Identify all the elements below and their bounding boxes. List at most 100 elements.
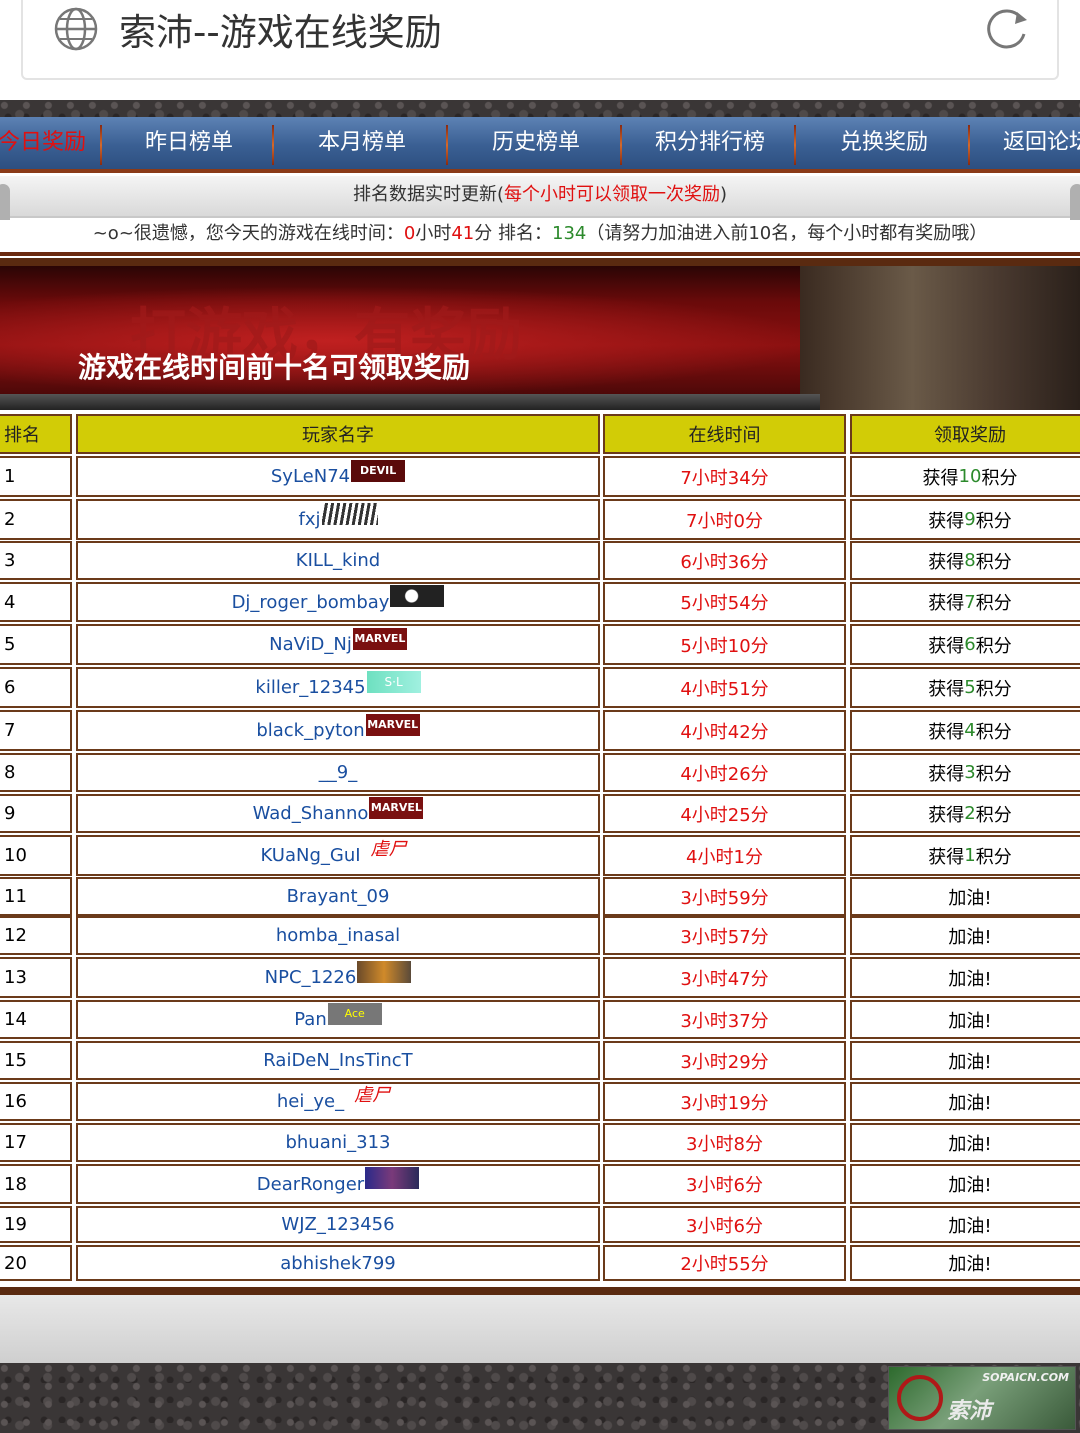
player-name-link[interactable]: abhishek799 <box>280 1253 396 1274</box>
online-time-cell: 3小时57分 <box>603 916 846 955</box>
reward-unit: 积分 <box>975 763 1012 785</box>
reward-points: 3 <box>964 762 976 783</box>
reward-unit: 积分 <box>975 635 1012 657</box>
online-time-cell: 7小时0分 <box>603 499 846 540</box>
player-name-link[interactable]: fxj <box>299 509 321 530</box>
rank-cell: 18 <box>0 1164 72 1204</box>
logo-mark-icon <box>897 1375 943 1421</box>
badge-marvel-icon: MARVEL <box>352 627 407 650</box>
nav-item-4[interactable]: 积分排行榜 <box>624 117 796 169</box>
nav-item-3[interactable]: 历史榜单 <box>450 117 622 169</box>
globe-icon <box>54 7 98 51</box>
reward-unit: 积分 <box>975 593 1012 614</box>
rank-cell: 16 <box>0 1082 72 1121</box>
badge-marvel-icon: MARVEL <box>369 796 424 819</box>
reward-cell: 加油! <box>850 1000 1080 1039</box>
reward-unit: 积分 <box>975 551 1012 573</box>
address-bar[interactable]: 索沛--游戏在线奖励 <box>21 0 1059 80</box>
nav-separator <box>968 125 970 165</box>
player-name-link[interactable]: NPC_1226 <box>265 967 357 988</box>
reward-text: 加油! <box>948 968 992 990</box>
rank-label: 分 排名： <box>474 223 552 244</box>
player-cell: killer_12345 S·L <box>76 667 600 708</box>
player-cell: black_pyton MARVEL <box>76 710 600 751</box>
player-cell: NPC_1226 <box>76 957 600 998</box>
reward-text: 加油! <box>948 1133 992 1155</box>
rank-cell: 19 <box>0 1206 72 1243</box>
player-cell: DearRonger <box>76 1164 600 1204</box>
rank-cell: 3 <box>0 541 72 580</box>
player-name-link[interactable]: Dj_roger_bombay <box>232 592 390 613</box>
reward-text: 加油! <box>948 887 992 909</box>
nav-separator <box>620 125 622 165</box>
my-hours: 0 <box>403 223 416 244</box>
player-name-link[interactable]: killer_12345 <box>255 677 365 698</box>
player-name-link[interactable]: RaiDeN_InsTincT <box>263 1050 412 1071</box>
banner-rail <box>0 394 820 410</box>
reward-cell: 加油! <box>850 916 1080 955</box>
reward-text: 获得 <box>928 721 965 743</box>
reward-text: 获得 <box>928 551 965 573</box>
rank-cell: 8 <box>0 753 72 792</box>
online-time-cell: 7小时34分 <box>603 456 846 497</box>
divider <box>0 258 1080 266</box>
reward-points: 2 <box>964 803 976 824</box>
divider <box>0 252 1080 256</box>
badge-devil-icon: DEVIL <box>351 459 406 482</box>
player-name-link[interactable]: homba_inasal <box>276 925 400 946</box>
online-time-cell: 6小时36分 <box>603 541 846 580</box>
reward-cell: 获得 1 积分 <box>850 835 1080 876</box>
browser-chrome: 索沛--游戏在线奖励 <box>0 0 1080 100</box>
reward-text: 获得 <box>928 635 965 657</box>
badge-marvel-icon: MARVEL <box>365 713 420 736</box>
reward-text: 获得 <box>928 593 965 614</box>
reward-text: 获得 <box>922 467 959 489</box>
player-name-link[interactable]: WJZ_123456 <box>281 1214 394 1235</box>
badge-zombie-icon: 虐尸 <box>354 1084 391 1106</box>
reload-icon[interactable] <box>981 4 1031 54</box>
header-cell: 在线时间 <box>603 414 846 454</box>
nav-item-1[interactable]: 昨日榜单 <box>104 117 274 169</box>
header-cell: 排名 <box>0 414 72 454</box>
online-time-cell: 3小时37分 <box>603 1000 846 1039</box>
player-name-link[interactable]: NaViD_Nj <box>269 634 352 655</box>
player-name-link[interactable]: Wad_Shanno <box>253 803 369 824</box>
player-name-link[interactable]: Brayant_09 <box>287 886 390 907</box>
notice-text-end: ) <box>720 184 728 205</box>
badge-rays-icon <box>321 502 378 525</box>
online-time-cell: 3小时19分 <box>603 1082 846 1121</box>
reward-cell: 获得 2 积分 <box>850 794 1080 833</box>
player-name-link[interactable]: KILL_kind <box>296 550 380 571</box>
rank-cell: 17 <box>0 1123 72 1162</box>
site-logo[interactable]: SOPAICN.COM 索沛 <box>888 1366 1076 1430</box>
reward-cell: 加油! <box>850 1041 1080 1080</box>
player-cell: Wad_Shanno MARVEL <box>76 794 600 833</box>
reward-text: 加油! <box>948 926 992 948</box>
rank-cell: 5 <box>0 624 72 665</box>
player-name-link[interactable]: black_pyton <box>256 720 364 741</box>
page-title: 索沛--游戏在线奖励 <box>119 11 442 54</box>
player-name-link[interactable]: Pan <box>294 1009 326 1030</box>
rank-cell: 12 <box>0 916 72 955</box>
player-name-link[interactable]: SyLeN74 <box>271 466 350 487</box>
player-name-link[interactable]: DearRonger <box>257 1174 364 1195</box>
player-name-link[interactable]: KUaNg_GuI <box>260 845 360 866</box>
reward-points: 4 <box>964 720 976 741</box>
player-name-link[interactable]: bhuani_313 <box>285 1132 390 1153</box>
player-name-link[interactable]: __9_ <box>319 762 357 783</box>
banner-caption: 游戏在线时间前十名可领取奖励 <box>78 351 471 384</box>
online-time-cell: 3小时29分 <box>603 1041 846 1080</box>
player-name-link[interactable]: hei_ye_ <box>277 1091 344 1112</box>
reward-cell: 获得 3 积分 <box>850 753 1080 792</box>
nav-item-6[interactable]: 返回论坛 <box>972 117 1080 169</box>
online-time-cell: 3小时6分 <box>603 1206 846 1243</box>
nav-item-0[interactable]: 今日奖励 <box>0 117 92 169</box>
player-cell: Brayant_09 <box>76 877 600 916</box>
nav-item-5[interactable]: 兑换奖励 <box>798 117 970 169</box>
reward-text: 获得 <box>928 763 965 785</box>
nav-separator <box>272 125 274 165</box>
status-text: ~o~很遗憾，您今天的游戏在线时间： <box>92 223 404 244</box>
rank-cell: 10 <box>0 835 72 876</box>
reward-unit: 积分 <box>975 846 1012 868</box>
nav-item-2[interactable]: 本月榜单 <box>276 117 448 169</box>
